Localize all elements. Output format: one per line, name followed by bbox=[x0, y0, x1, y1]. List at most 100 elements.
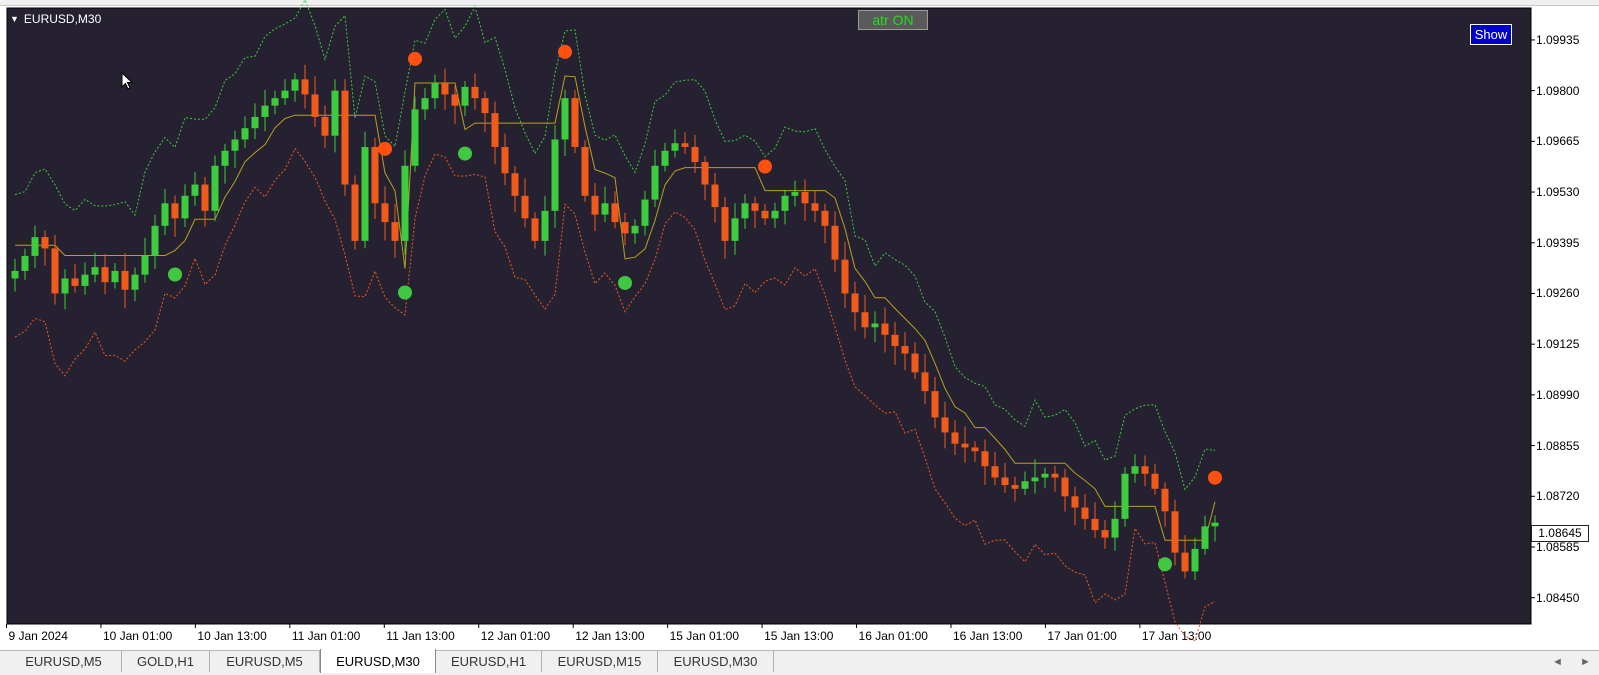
candle-body bbox=[841, 259, 849, 294]
chart-tab-bar: EURUSD,M5 GOLD,H1 EURUSD,M5 EURUSD,M30 EURUS… bbox=[0, 649, 1599, 673]
candle-body bbox=[1161, 488, 1169, 512]
price-tick-label: 1.09800 bbox=[1536, 83, 1580, 98]
candle-body bbox=[21, 255, 29, 271]
candle-body bbox=[491, 113, 499, 147]
buy-signal-dot bbox=[618, 275, 632, 290]
candle-body bbox=[721, 207, 729, 241]
candle-body bbox=[121, 270, 129, 290]
candle-body bbox=[661, 150, 669, 166]
price-chart[interactable] bbox=[0, 0, 1599, 650]
symbol-menu-icon[interactable]: ▼ bbox=[10, 12, 19, 26]
candle-body bbox=[891, 334, 899, 347]
candle-body bbox=[521, 195, 529, 219]
candle-body bbox=[731, 218, 739, 241]
time-tick-label: 16 Jan 13:00 bbox=[952, 629, 1023, 643]
candle-body bbox=[581, 146, 589, 196]
candle-body bbox=[201, 184, 209, 211]
chart-tab[interactable]: EURUSD,M30 bbox=[658, 651, 774, 672]
candle-body bbox=[1101, 530, 1109, 538]
terminal-window: ▼ EURUSD,M30 atr ON Show 1.09935 1.09800 1… bbox=[0, 0, 1599, 673]
candle-body bbox=[711, 184, 719, 208]
candle-body bbox=[221, 150, 229, 166]
buy-signal-dot bbox=[1158, 557, 1172, 572]
chart-tab[interactable]: GOLD,H1 bbox=[122, 651, 210, 672]
candle-body bbox=[931, 391, 939, 418]
candle-body bbox=[831, 225, 839, 260]
candle-body bbox=[61, 278, 69, 294]
candle-body bbox=[1191, 548, 1199, 572]
candle-body bbox=[751, 203, 759, 211]
candle-body bbox=[181, 195, 189, 219]
price-tick-label: 1.09665 bbox=[1536, 134, 1580, 149]
candle-body bbox=[781, 195, 789, 211]
candle-body bbox=[671, 143, 679, 151]
price-tick-label: 1.09125 bbox=[1536, 337, 1580, 352]
candle-body bbox=[301, 79, 309, 95]
candle-body bbox=[1001, 477, 1009, 486]
candle-body bbox=[351, 184, 359, 241]
time-tick-label: 10 Jan 01:00 bbox=[102, 629, 173, 643]
candle-body bbox=[681, 143, 689, 147]
candle-body bbox=[571, 98, 579, 147]
candle-body bbox=[151, 225, 159, 256]
candle-body bbox=[191, 184, 199, 196]
candle-body bbox=[591, 195, 599, 215]
time-tick-label: 15 Jan 01:00 bbox=[669, 629, 740, 643]
chart-tab[interactable]: EURUSD,M5 bbox=[6, 651, 122, 672]
candle-body bbox=[921, 372, 929, 392]
candle-body bbox=[311, 94, 319, 117]
candle-body bbox=[1041, 473, 1049, 478]
candle-body bbox=[1051, 473, 1059, 478]
candle-body bbox=[621, 222, 629, 234]
chart-tab[interactable]: EURUSD,H1 bbox=[436, 651, 542, 672]
price-tick-label: 1.08450 bbox=[1536, 590, 1580, 605]
candle-body bbox=[691, 146, 699, 162]
candle-body bbox=[81, 274, 89, 286]
candle-body bbox=[941, 417, 949, 433]
candle-body bbox=[821, 210, 829, 226]
scroll-left-icon[interactable]: ◄ bbox=[1552, 653, 1563, 671]
scroll-right-icon[interactable]: ► bbox=[1580, 653, 1591, 671]
candle-body bbox=[1061, 477, 1069, 497]
candle-body bbox=[101, 267, 109, 283]
candle-body bbox=[421, 98, 429, 110]
sell-signal-dot bbox=[378, 141, 392, 156]
candle-body bbox=[271, 98, 279, 106]
symbol-text: EURUSD,M30 bbox=[23, 12, 102, 26]
sell-signal-dot bbox=[1208, 470, 1222, 485]
candle-body bbox=[981, 451, 989, 467]
candle-body bbox=[161, 203, 169, 226]
candle-body bbox=[1011, 485, 1019, 489]
sell-signal-dot bbox=[408, 51, 422, 66]
chart-tab[interactable]: EURUSD,M30 bbox=[320, 649, 436, 673]
candle-body bbox=[451, 94, 459, 106]
candle-body bbox=[71, 278, 79, 286]
show-button[interactable]: Show bbox=[1470, 24, 1512, 45]
candle-body bbox=[1021, 481, 1029, 489]
candle-body bbox=[461, 86, 469, 106]
atr-toggle-button[interactable]: atr ON bbox=[858, 10, 928, 30]
candle-body bbox=[241, 128, 249, 140]
candle-body bbox=[471, 86, 479, 99]
candle-body bbox=[1201, 526, 1209, 549]
candle-body bbox=[1211, 522, 1219, 527]
candle-body bbox=[531, 218, 539, 241]
price-tick-label: 1.09260 bbox=[1536, 286, 1580, 301]
symbol-label[interactable]: ▼ EURUSD,M30 bbox=[10, 12, 101, 26]
candle-body bbox=[391, 222, 399, 241]
candle-body bbox=[701, 162, 709, 185]
candle-body bbox=[861, 312, 869, 328]
candle-body bbox=[251, 116, 259, 129]
time-tick-label: 17 Jan 13:00 bbox=[1141, 629, 1212, 643]
candle-body bbox=[11, 270, 19, 279]
time-tick-label: 17 Jan 01:00 bbox=[1047, 629, 1117, 643]
chart-tab[interactable]: EURUSD,M15 bbox=[542, 651, 658, 672]
chart-tab[interactable]: EURUSD,M5 bbox=[210, 651, 320, 672]
price-tick-label: 1.08585 bbox=[1536, 540, 1580, 554]
candle-body bbox=[511, 173, 519, 196]
candle-body bbox=[341, 90, 349, 185]
candle-body bbox=[541, 210, 549, 241]
sell-signal-dot bbox=[558, 44, 572, 59]
candle-body bbox=[371, 146, 379, 204]
candle-body bbox=[1091, 518, 1099, 531]
